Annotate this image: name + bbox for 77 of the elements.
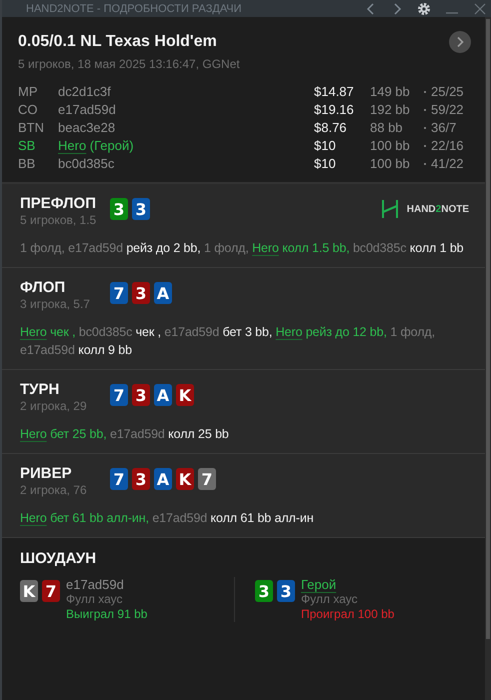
hand-title: 0.05/0.1 NL Texas Hold'em — [18, 33, 217, 51]
next-button[interactable] — [449, 31, 471, 53]
player-name: e17ad59d — [58, 101, 117, 118]
player-stack: $14.87 — [314, 83, 355, 100]
logo-icon[interactable] — [380, 199, 399, 219]
playing-card: 3 — [132, 282, 150, 304]
action-log: Hero бет 25 bb, e17ad59d колл 25 bb — [20, 426, 230, 443]
street-title: РИВЕР — [20, 465, 73, 482]
playing-card: A — [154, 282, 172, 304]
separator-dot — [424, 108, 426, 110]
stack-bb: 192 bb — [370, 101, 411, 118]
hand-rank: Фулл хаус — [301, 592, 358, 607]
playing-card: 7 — [198, 468, 216, 490]
player-name: Герой — [301, 577, 338, 592]
logo-text: HAND2NOTE — [406, 204, 469, 214]
separator-dot — [424, 90, 426, 92]
player-stack: $10 — [314, 137, 337, 154]
player-stats: 41/22 — [431, 155, 465, 172]
playing-card: K — [176, 468, 194, 490]
scrollbar-thumb[interactable] — [486, 19, 490, 639]
street-info: 2 игрока, 76 — [20, 483, 88, 497]
playing-card: A — [154, 384, 172, 406]
playing-card: 3 — [132, 198, 150, 220]
separator-dot — [424, 144, 426, 146]
player-name: e17ad59d — [66, 577, 125, 592]
action-log: Hero чек , bc0d385c чек , e17ad59d бет 3 bb, Hero рейз до 12 bb, 1 фолд, e17ad59d колл 9 bb — [20, 324, 436, 359]
playing-card: 7 — [42, 580, 60, 602]
window-title: HAND2NOTE - ПОДРОБНОСТИ РАЗДАЧИ — [26, 2, 242, 14]
stack-bb: 88 bb — [370, 119, 404, 136]
playing-card: 7 — [110, 384, 128, 406]
street-title: ФЛОП — [20, 279, 66, 296]
player-name: Hero (Герой) — [58, 137, 135, 154]
playing-card: 3 — [255, 580, 273, 602]
player-stats: 36/7 — [431, 119, 458, 136]
player-name: beac3e28 — [58, 119, 116, 136]
close-icon[interactable] — [473, 2, 487, 16]
playing-card: A — [154, 468, 172, 490]
player-name: dc2d1c3f — [58, 83, 112, 100]
player-stats: 22/16 — [431, 137, 465, 154]
stack-bb: 149 bb — [370, 83, 411, 100]
player-position: SB — [18, 137, 36, 154]
street-title: ТУРН — [20, 381, 60, 398]
separator-dot — [424, 126, 426, 128]
player-position: BTN — [18, 119, 45, 136]
player-name: bc0d385c — [58, 155, 116, 172]
playing-card: 3 — [132, 384, 150, 406]
playing-card: 7 — [110, 282, 128, 304]
player-stack: $8.76 — [314, 119, 348, 136]
showdown-title: ШОУДАУН — [20, 550, 98, 567]
playing-card: K — [176, 384, 194, 406]
street-info: 3 игрока, 5.7 — [20, 297, 91, 311]
player-stats: 59/22 — [431, 101, 465, 118]
separator-dot — [424, 162, 426, 164]
street-info: 5 игроков, 1.5 — [20, 213, 98, 227]
scrollbar[interactable] — [485, 17, 491, 700]
playing-card: K — [20, 580, 38, 602]
player-stack: $19.16 — [314, 101, 355, 118]
stack-bb: 100 bb — [370, 155, 411, 172]
playing-card: 3 — [110, 198, 128, 220]
street-title: ПРЕФЛОП — [20, 195, 97, 212]
playing-card: 3 — [132, 468, 150, 490]
hand-info: 5 игроков, 18 мая 2025 13:16:47, GGNet — [18, 57, 241, 71]
street-info: 2 игрока, 29 — [20, 399, 88, 413]
settings-icon[interactable] — [417, 2, 431, 16]
playing-card: 7 — [110, 468, 128, 490]
stack-bb: 100 bb — [370, 137, 411, 154]
playing-card: 3 — [277, 580, 295, 602]
action-log: 1 фолд, e17ad59d рейз до 2 bb, 1 фолд, Hero колл 1.5 bb, bc0d385c колл 1 bb — [20, 240, 465, 257]
player-position: MP — [18, 83, 38, 100]
hand-result: Выиграл 91 bb — [66, 607, 148, 622]
player-stack: $10 — [314, 155, 337, 172]
player-position: CO — [18, 101, 38, 118]
hand-rank: Фулл хаус — [66, 592, 124, 607]
action-log: Hero бет 61 bb алл-ин, e17ad59d колл 61 bb алл-ин — [20, 510, 315, 527]
player-stats: 25/25 — [431, 83, 465, 100]
hand-result: Проиграл 100 bb — [301, 607, 394, 622]
player-position: BB — [18, 155, 36, 172]
